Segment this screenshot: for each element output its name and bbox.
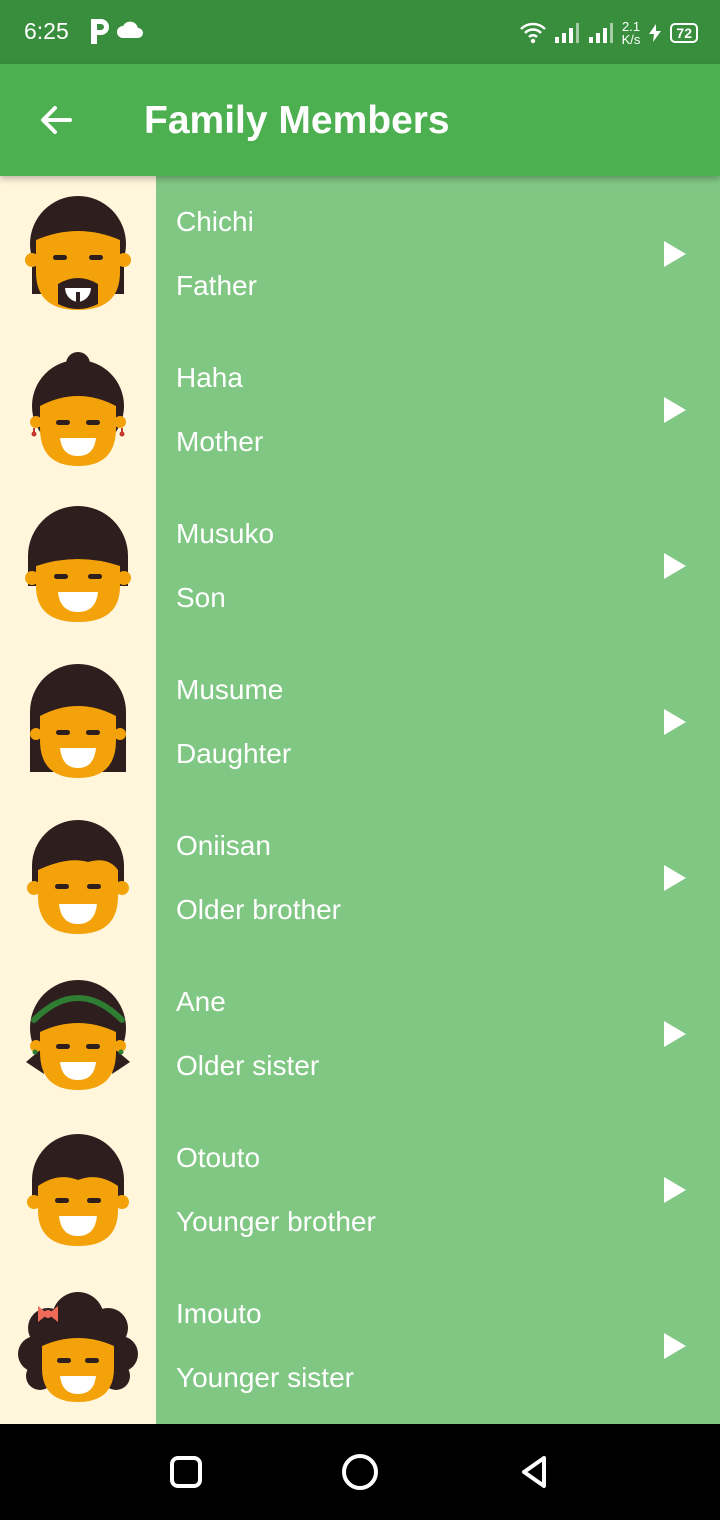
older-sister-avatar-icon <box>26 980 130 1090</box>
list-item[interactable]: Musume Daughter <box>0 644 720 800</box>
member-name: Chichi <box>176 206 254 237</box>
recents-square-icon <box>170 1456 202 1488</box>
status-time: 6:25 <box>24 18 69 44</box>
family-member-list: Chichi Father Haha Mother Musuko Son Mus… <box>0 176 720 1424</box>
list-item[interactable]: Musuko Son <box>0 488 720 644</box>
back-button[interactable] <box>24 88 88 152</box>
network-speed-unit: K/s <box>621 32 641 47</box>
parking-icon <box>91 19 109 44</box>
mother-avatar-icon <box>30 352 126 466</box>
younger-sister-avatar-icon <box>18 1292 138 1402</box>
home-circle-icon <box>342 1454 378 1490</box>
app-bar: Family Members <box>0 64 720 176</box>
list-item[interactable]: Otouto Younger brother <box>0 1112 720 1268</box>
wifi-icon <box>519 22 546 44</box>
member-relation: Younger sister <box>176 1362 354 1393</box>
battery-level: 72 <box>676 25 692 41</box>
younger-brother-avatar-icon <box>27 1134 129 1246</box>
recents-button[interactable] <box>160 1446 212 1498</box>
member-relation: Mother <box>176 426 264 457</box>
member-name: Otouto <box>176 1142 261 1173</box>
list-item[interactable]: Chichi Father <box>0 176 720 332</box>
member-name: Musuko <box>176 518 275 549</box>
cloud-icon <box>117 21 143 38</box>
signal-icon <box>554 23 579 43</box>
member-relation: Younger brother <box>176 1206 376 1237</box>
father-avatar-icon <box>25 196 131 310</box>
older-brother-avatar-icon <box>27 820 129 934</box>
member-name: Oniisan <box>176 830 271 861</box>
play-arrow-icon <box>664 241 686 267</box>
list-item[interactable]: Oniisan Older brother <box>0 800 720 956</box>
son-avatar-icon <box>25 506 131 622</box>
network-speed: 2.1 K/s <box>622 20 641 46</box>
back-triangle-icon <box>522 1456 546 1488</box>
status-indicators: 2.1 K/s 72 <box>519 14 698 52</box>
signal-icon <box>588 23 613 43</box>
member-relation: Older brother <box>176 894 341 925</box>
arrow-left-icon <box>41 106 72 134</box>
daughter-avatar-icon <box>30 664 126 778</box>
list-item[interactable]: Imouto Younger sister <box>0 1268 720 1424</box>
member-name: Haha <box>176 362 243 393</box>
page-title: Family Members <box>144 99 450 142</box>
play-arrow-icon <box>664 1021 686 1047</box>
system-back-button[interactable] <box>508 1446 560 1498</box>
member-name: Musume <box>176 674 284 705</box>
list-item[interactable]: Haha Mother <box>0 332 720 488</box>
play-arrow-icon <box>664 553 686 579</box>
play-arrow-icon <box>664 1177 686 1203</box>
member-name: Imouto <box>176 1298 262 1329</box>
member-name: Ane <box>176 986 226 1017</box>
battery-icon: 72 <box>670 23 698 43</box>
status-bar: 6:25 2.1 K/s 72 <box>0 0 720 64</box>
play-arrow-icon <box>664 865 686 891</box>
member-relation: Father <box>176 270 257 301</box>
play-arrow-icon <box>664 397 686 423</box>
member-relation: Daughter <box>176 738 292 769</box>
home-button[interactable] <box>334 1446 386 1498</box>
play-arrow-icon <box>664 709 686 735</box>
list-item[interactable]: Ane Older sister <box>0 956 720 1112</box>
member-relation: Older sister <box>176 1050 320 1081</box>
play-arrow-icon <box>664 1333 686 1359</box>
member-relation: Son <box>176 582 226 613</box>
charging-icon <box>649 24 662 42</box>
system-navigation-bar <box>0 1424 720 1520</box>
